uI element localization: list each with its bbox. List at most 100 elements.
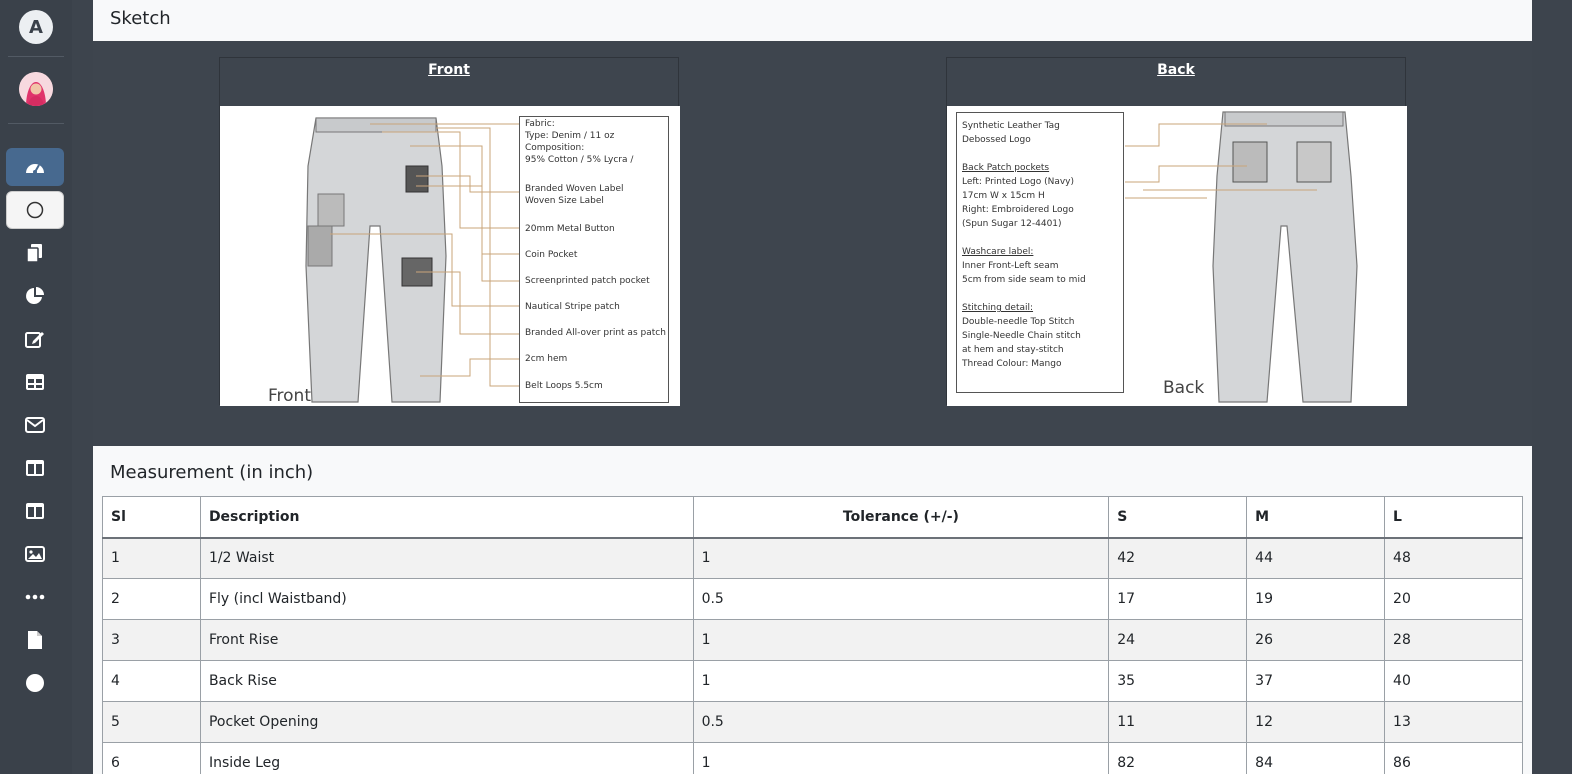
table-cell: Fly (incl Waistband) [199, 578, 694, 620]
pie-chart-icon [26, 287, 44, 304]
back-label: Back [1157, 62, 1195, 78]
nav-images[interactable] [24, 543, 46, 565]
spec-line: Coin Pocket [525, 250, 578, 260]
logo-letter: A [29, 16, 43, 38]
table-cell: 1 [692, 619, 1110, 661]
table-cell: 84 [1246, 742, 1386, 774]
spec-line: Composition: [525, 143, 585, 153]
spec-line: Woven Size Label [525, 196, 604, 206]
table-cell: 1 [692, 742, 1110, 774]
nav-dashboard[interactable] [6, 148, 64, 186]
nav-table[interactable] [24, 371, 46, 393]
table-cell: 48 [1384, 537, 1523, 579]
table-cell: 28 [1384, 619, 1523, 661]
spec-line: Type: Denim / 11 oz [525, 131, 615, 141]
spec-line: Washcare label: [962, 247, 1034, 257]
front-view-label: Front [268, 386, 311, 406]
more-icon [25, 594, 45, 600]
table-cell: 82 [1108, 742, 1248, 774]
table-cell: 2 [102, 578, 201, 620]
spec-line: Fabric: [525, 119, 555, 129]
column-header[interactable]: Sl [102, 496, 201, 539]
table-row: 3 Front Rise 1 24 26 28 [102, 619, 1523, 661]
table-cell: Front Rise [199, 619, 694, 661]
nav-circle-filled[interactable] [24, 672, 46, 694]
circle-outline-icon [26, 201, 44, 219]
table-cell: 37 [1246, 660, 1386, 702]
nav-more[interactable] [24, 586, 46, 608]
table-cell: 42 [1108, 537, 1248, 579]
nav-mail[interactable] [24, 414, 46, 436]
edit-icon [25, 332, 44, 348]
spec-line: Screenprinted patch pocket [525, 276, 650, 286]
table-row: 6 Inside Leg 1 82 84 86 [102, 742, 1523, 774]
image-icon [25, 546, 45, 562]
table-row: 5 Pocket Opening 0.5 11 12 13 [102, 701, 1523, 743]
envelope-icon [25, 417, 45, 433]
file-icon [28, 631, 42, 649]
sketch-section-header: Sketch [93, 0, 1532, 41]
app-logo[interactable]: A [19, 10, 53, 44]
spec-line: Thread Colour: Mango [962, 359, 1062, 369]
copy-icon [26, 244, 42, 263]
columns-icon [26, 460, 44, 476]
table-cell: Inside Leg [199, 742, 694, 774]
table-icon [26, 374, 44, 390]
table-cell: 3 [102, 619, 201, 661]
spec-line: Debossed Logo [962, 135, 1031, 145]
sketch-title: Sketch [110, 8, 171, 29]
measurement-section: Measurement (in inch) Sl Description Tol… [93, 446, 1532, 774]
table-cell: 1 [102, 537, 201, 579]
table-header-row: Sl Description Tolerance (+/-) S M L [102, 496, 1523, 539]
column-header[interactable]: Description [199, 496, 694, 539]
dashboard-icon [26, 164, 44, 174]
table-cell: 1 [692, 537, 1110, 579]
nav-reports[interactable] [24, 285, 46, 307]
spec-line: 20mm Metal Button [525, 224, 615, 234]
back-sketch-image[interactable]: Synthetic Leather Tag Debossed Logo Back… [947, 106, 1407, 406]
divider [8, 56, 64, 57]
spec-line: Single-Needle Chain stitch [962, 331, 1081, 341]
nav-columns-1[interactable] [24, 457, 46, 479]
table-cell: 1 [692, 660, 1110, 702]
avatar[interactable] [19, 72, 53, 106]
nav-circle[interactable] [6, 191, 64, 229]
table-cell: 20 [1384, 578, 1523, 620]
table-cell: 6 [102, 742, 201, 774]
table-cell: 19 [1246, 578, 1386, 620]
column-header[interactable]: L [1384, 496, 1523, 539]
spec-line: 17cm W x 15cm H [962, 191, 1045, 201]
column-header[interactable]: S [1108, 496, 1248, 539]
spec-line: 95% Cotton / 5% Lycra / [525, 155, 634, 165]
table-cell: 4 [102, 660, 201, 702]
columns-icon [26, 503, 44, 519]
table-cell: 11 [1108, 701, 1248, 743]
scroll-track[interactable] [1532, 0, 1572, 774]
nav-edit[interactable] [24, 328, 46, 350]
spec-line: Right: Embroidered Logo [962, 205, 1074, 215]
spec-line: Back Patch pockets [962, 163, 1050, 173]
table-cell: 0.5 [692, 578, 1110, 620]
measurement-title: Measurement (in inch) [110, 462, 314, 483]
table-cell: 1/2 Waist [199, 537, 694, 579]
nav-columns-2[interactable] [24, 500, 46, 522]
table-cell: 26 [1246, 619, 1386, 661]
circle-icon [26, 674, 44, 692]
spec-line: Inner Front-Left seam [962, 261, 1059, 271]
spec-line: at hem and stay-stitch [962, 345, 1064, 355]
spec-line: 2cm hem [525, 354, 568, 364]
front-sketch-image[interactable]: Fabric: Type: Denim / 11 oz Composition:… [220, 106, 680, 406]
table-cell: Pocket Opening [199, 701, 694, 743]
table-cell: 12 [1246, 701, 1386, 743]
divider [8, 123, 64, 124]
table-row: 2 Fly (incl Waistband) 0.5 17 19 20 [102, 578, 1523, 620]
column-header[interactable]: Tolerance (+/-) [692, 496, 1110, 539]
table-row: 4 Back Rise 1 35 37 40 [102, 660, 1523, 702]
nav-file[interactable] [24, 629, 46, 651]
spec-line: Stitching detail: [962, 303, 1034, 313]
nav-copy[interactable] [24, 242, 46, 264]
table-cell: 13 [1384, 701, 1523, 743]
column-header[interactable]: M [1246, 496, 1386, 539]
spec-line: Synthetic Leather Tag [962, 121, 1060, 131]
table-cell: 44 [1246, 537, 1386, 579]
